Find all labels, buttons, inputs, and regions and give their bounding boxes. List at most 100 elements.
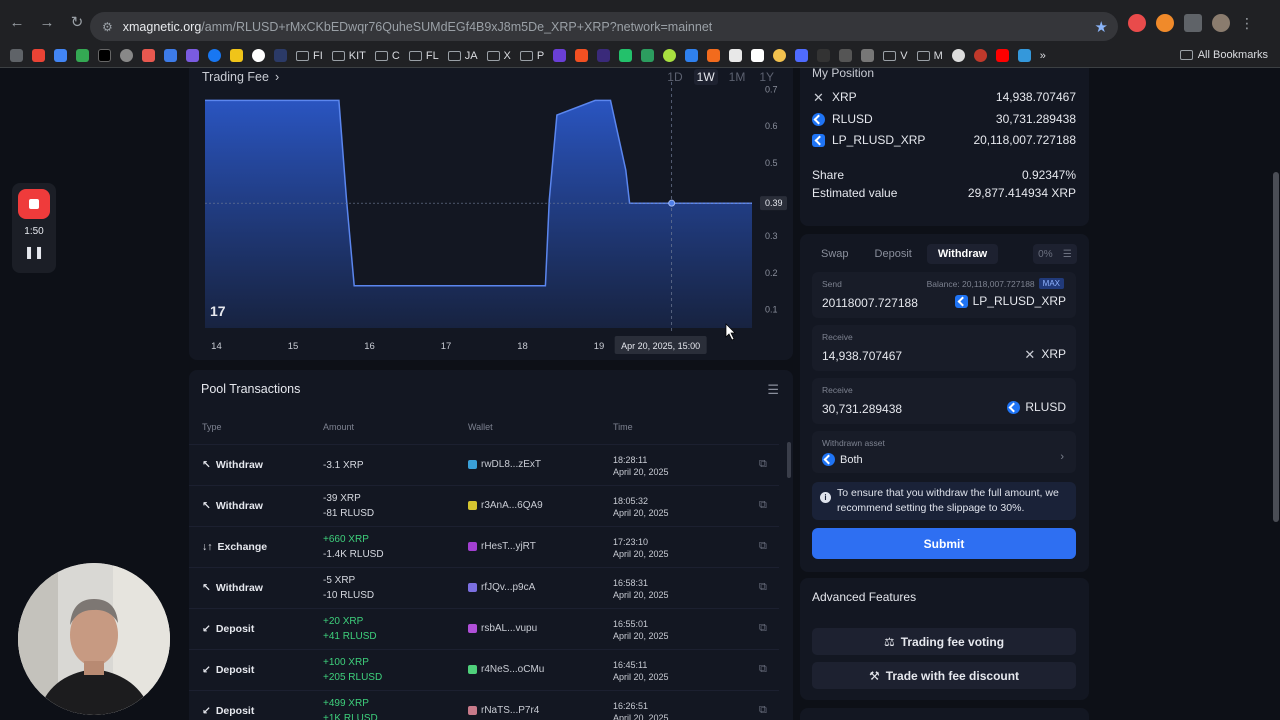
bookmark-icon[interactable] bbox=[597, 49, 611, 62]
trade-fee-discount-button[interactable]: ⚒ Trade with fee discount bbox=[812, 662, 1076, 689]
y-tick-label: 0.7 bbox=[765, 84, 778, 94]
range-tab-1d[interactable]: 1D bbox=[664, 69, 685, 85]
table-row[interactable]: ↙ Deposit +20 XRP +41 RLUSD rsbAL...vupu 16:5… bbox=[189, 608, 779, 649]
external-link-icon[interactable]: ⧉ bbox=[759, 622, 767, 635]
filter-icon[interactable]: ☰ bbox=[767, 382, 779, 398]
reload-icon[interactable]: ↻ bbox=[64, 9, 90, 35]
transactions-scrollbar[interactable] bbox=[787, 442, 791, 478]
browser-menu-icon[interactable]: ⋮ bbox=[1240, 15, 1254, 32]
slippage-settings[interactable]: 0% ☰ bbox=[1033, 244, 1077, 264]
bookmark-icon[interactable] bbox=[773, 49, 787, 62]
tab-withdraw[interactable]: Withdraw bbox=[926, 244, 999, 264]
external-link-icon[interactable]: ⧉ bbox=[759, 458, 767, 471]
chart-title[interactable]: Trading Fee › bbox=[202, 70, 279, 84]
bookmark-icon[interactable] bbox=[142, 49, 155, 62]
trading-fee-chart[interactable]: 0.1 0.2 0.3 0.5 0.6 0.7 0.39 14 15 16 17 18 19 Apr 20… bbox=[189, 68, 793, 360]
tab-swap[interactable]: Swap bbox=[810, 244, 860, 264]
max-button[interactable]: MAX bbox=[1038, 278, 1064, 289]
facebook-bookmark-icon[interactable] bbox=[208, 49, 221, 62]
external-link-icon[interactable]: ⧉ bbox=[759, 499, 767, 512]
bookmark-folder[interactable]: P bbox=[519, 50, 544, 62]
external-link-icon[interactable]: ⧉ bbox=[759, 663, 767, 676]
range-tab-1w[interactable]: 1W bbox=[693, 69, 718, 85]
bookmark-icon[interactable] bbox=[795, 49, 809, 62]
bookmark-folder[interactable]: M bbox=[916, 50, 943, 62]
x-bookmark-icon[interactable] bbox=[98, 49, 111, 62]
table-row[interactable]: ↙ Deposit +499 XRP +1K RLUSD rNaTS...P7r4 16:… bbox=[189, 690, 779, 720]
table-row[interactable]: ↓↑ Exchange +660 XRP -1.4K RLUSD rHesT...yjR… bbox=[189, 526, 779, 567]
send-amount-input[interactable]: 20118007.727188 bbox=[822, 296, 918, 310]
extensions-puzzle-icon[interactable] bbox=[1184, 14, 1202, 32]
metamask-extension-icon[interactable] bbox=[1156, 14, 1174, 32]
bookmark-icon[interactable] bbox=[274, 49, 287, 62]
bookmark-icon[interactable] bbox=[707, 49, 721, 62]
tx-wallet[interactable]: rHesT...yjRT bbox=[468, 541, 536, 552]
tx-wallet[interactable]: r4NeS...oCMu bbox=[468, 664, 544, 675]
wallet-avatar-icon bbox=[468, 501, 477, 510]
bookmark-icon[interactable] bbox=[951, 49, 965, 62]
bookmark-icon[interactable] bbox=[252, 49, 265, 62]
gmail-bookmark-icon[interactable] bbox=[32, 49, 45, 62]
page-scrollbar[interactable] bbox=[1273, 172, 1279, 522]
bookmark-icon[interactable] bbox=[663, 49, 677, 62]
site-settings-icon[interactable]: ⚙ bbox=[102, 20, 113, 34]
bookmark-folder[interactable]: V bbox=[883, 50, 908, 62]
calendar-bookmark-icon[interactable] bbox=[54, 49, 67, 62]
profile-avatar[interactable] bbox=[1212, 14, 1230, 32]
external-link-icon[interactable]: ⧉ bbox=[759, 540, 767, 553]
bookmark-icon[interactable] bbox=[619, 49, 633, 62]
external-link-icon[interactable]: ⧉ bbox=[759, 581, 767, 594]
table-row[interactable]: ↖ Withdraw -5 XRP -10 RLUSD rfJQv...p9cA 16:5… bbox=[189, 567, 779, 608]
bookmark-folder[interactable]: C bbox=[374, 50, 400, 62]
bookmark-icon[interactable] bbox=[729, 49, 743, 62]
apps-grid-icon[interactable] bbox=[10, 49, 23, 62]
trading-fee-voting-button[interactable]: ⚖ Trading fee voting bbox=[812, 628, 1076, 655]
bookmark-icon[interactable] bbox=[839, 49, 853, 62]
address-bar[interactable]: ⚙ xmagnetic.org/amm/RLUSD+rMxCKbEDwqr76Q… bbox=[90, 12, 1118, 41]
bookmark-folder[interactable]: FI bbox=[296, 50, 323, 62]
table-row[interactable]: ↖ Withdraw -3.1 XRP rwDL8...zExT 18:28:11 Apr… bbox=[189, 444, 779, 485]
send-field[interactable]: Send Balance: 20,118,007.727188 MAX 2011… bbox=[812, 272, 1076, 318]
range-tab-1y[interactable]: 1Y bbox=[756, 69, 777, 85]
all-bookmarks[interactable]: All Bookmarks bbox=[1179, 49, 1268, 61]
youtube-bookmark-icon[interactable] bbox=[995, 49, 1009, 62]
bookmark-folder[interactable]: FL bbox=[408, 50, 439, 62]
bookmark-icon[interactable] bbox=[1017, 49, 1031, 62]
bookmark-icon[interactable] bbox=[230, 49, 243, 62]
tx-wallet[interactable]: rsbAL...vupu bbox=[468, 623, 537, 634]
tx-wallet[interactable]: r3AnA...6QA9 bbox=[468, 500, 543, 511]
tab-deposit[interactable]: Deposit bbox=[864, 244, 923, 264]
bookmark-icon[interactable] bbox=[164, 49, 177, 62]
tradingview-logo-icon[interactable]: 17 bbox=[210, 303, 226, 319]
external-link-icon[interactable]: ⧉ bbox=[759, 704, 767, 717]
bookmark-star-icon[interactable]: ★ bbox=[1095, 18, 1108, 36]
bookmark-icon[interactable] bbox=[641, 49, 655, 62]
range-tab-1m[interactable]: 1M bbox=[726, 69, 749, 85]
bookmark-icon[interactable] bbox=[553, 49, 567, 62]
dev-bookmark-icon[interactable] bbox=[817, 49, 831, 62]
tx-wallet[interactable]: rfJQv...p9cA bbox=[468, 582, 535, 593]
withdrawn-asset-select[interactable]: Withdrawn asset Both › bbox=[812, 431, 1076, 473]
bookmark-icon[interactable] bbox=[751, 49, 765, 62]
bookmark-icon[interactable] bbox=[973, 49, 987, 62]
stop-recording-button[interactable] bbox=[18, 189, 50, 219]
more-bookmarks-icon[interactable]: » bbox=[1040, 50, 1046, 62]
forward-icon[interactable]: → bbox=[34, 9, 60, 35]
back-icon[interactable]: ← bbox=[4, 9, 30, 35]
submit-button[interactable]: Submit bbox=[812, 528, 1076, 559]
pause-icon[interactable]: ❚❚ bbox=[12, 245, 56, 259]
tx-wallet[interactable]: rwDL8...zExT bbox=[468, 459, 541, 470]
adblock-extension-icon[interactable] bbox=[1128, 14, 1146, 32]
bookmark-icon[interactable] bbox=[186, 49, 199, 62]
bookmark-folder[interactable]: KIT bbox=[331, 50, 366, 62]
bookmark-icon[interactable] bbox=[685, 49, 699, 62]
bookmark-icon[interactable] bbox=[861, 49, 875, 62]
tx-wallet[interactable]: rNaTS...P7r4 bbox=[468, 705, 539, 716]
table-row[interactable]: ↙ Deposit +100 XRP +205 RLUSD r4NeS...oCMu 16… bbox=[189, 649, 779, 690]
table-row[interactable]: ↖ Withdraw -39 XRP -81 RLUSD r3AnA...6QA9 18:… bbox=[189, 485, 779, 526]
bookmark-icon[interactable] bbox=[120, 49, 133, 62]
drive-bookmark-icon[interactable] bbox=[76, 49, 89, 62]
bookmark-folder[interactable]: X bbox=[486, 50, 511, 62]
microsoft-bookmark-icon[interactable] bbox=[575, 49, 589, 62]
bookmark-folder[interactable]: JA bbox=[447, 50, 478, 62]
